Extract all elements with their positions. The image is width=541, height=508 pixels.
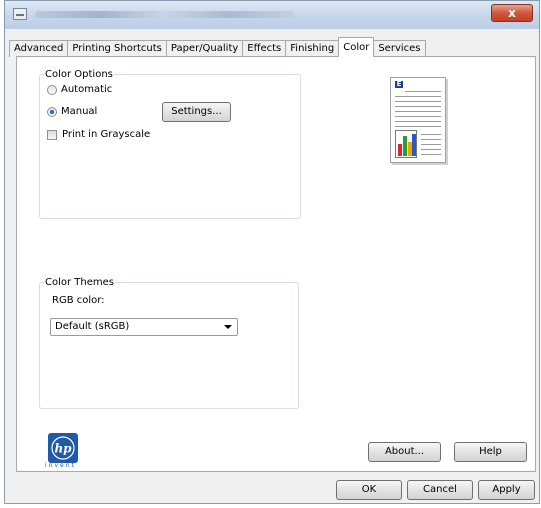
hp-logo-icon: hp	[48, 433, 78, 463]
apply-button[interactable]: Apply	[478, 480, 535, 500]
tab-strip: Advanced Printing Shortcuts Paper/Qualit…	[9, 37, 426, 57]
grayscale-checkbox[interactable]: Print in Grayscale	[47, 129, 150, 140]
settings-button[interactable]: Settings...	[162, 102, 231, 122]
title-bar: x	[5, 1, 539, 29]
preview-bar-blue	[412, 134, 416, 156]
preview-bar-green	[403, 136, 407, 156]
rgb-color-select[interactable]: Default (sRGB)	[50, 318, 238, 336]
color-themes-legend: Color Themes	[45, 277, 114, 288]
rgb-color-label: RGB color:	[52, 295, 105, 306]
preview-bar-chart	[395, 130, 417, 158]
tab-services[interactable]: Services	[373, 40, 426, 57]
color-tab-panel: Color Options Automatic Manual Settings.…	[16, 56, 536, 472]
printer-icon	[13, 8, 27, 20]
tab-advanced[interactable]: Advanced	[9, 40, 69, 57]
printer-properties-window: x Advanced Printing Shortcuts Paper/Qual…	[4, 0, 540, 504]
tab-paper-quality[interactable]: Paper/Quality	[165, 40, 244, 57]
hp-invent-tagline: invent	[45, 462, 76, 469]
cancel-button[interactable]: Cancel	[407, 480, 473, 500]
manual-radio-circle[interactable]	[47, 106, 57, 117]
tab-color[interactable]: Color	[338, 37, 375, 57]
hp-logo-text: hp	[54, 442, 72, 456]
tab-effects[interactable]: Effects	[242, 40, 287, 57]
help-button[interactable]: Help	[454, 442, 527, 462]
ok-button[interactable]: OK	[336, 480, 402, 500]
page-preview-image: E	[390, 77, 446, 163]
manual-radio[interactable]: Manual	[47, 106, 97, 117]
automatic-radio-circle[interactable]	[47, 84, 57, 95]
color-options-legend: Color Options	[45, 69, 113, 80]
tab-finishing[interactable]: Finishing	[285, 40, 340, 57]
rgb-color-value: Default (sRGB)	[55, 321, 130, 332]
chevron-down-icon[interactable]	[224, 325, 232, 329]
grayscale-checkbox-label: Print in Grayscale	[62, 129, 151, 140]
tab-printing-shortcuts[interactable]: Printing Shortcuts	[67, 40, 167, 57]
preview-bar-red	[398, 144, 402, 156]
grayscale-checkbox-box[interactable]	[47, 129, 57, 140]
manual-radio-label: Manual	[61, 106, 98, 117]
close-button[interactable]: x	[491, 4, 533, 22]
about-button[interactable]: About...	[368, 442, 441, 462]
automatic-radio[interactable]: Automatic	[47, 84, 112, 95]
preview-header-letter: E	[395, 80, 403, 88]
window-title-blurred	[35, 11, 295, 18]
automatic-radio-label: Automatic	[61, 84, 113, 95]
